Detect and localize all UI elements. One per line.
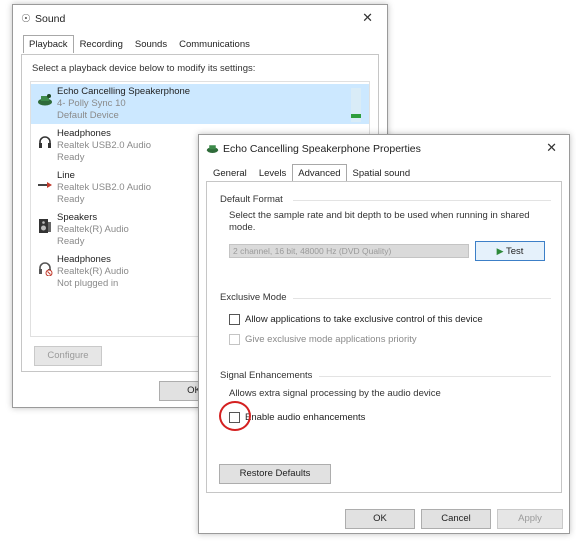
properties-apply-button[interactable]: Apply [497, 509, 563, 529]
device-status: Ready [57, 152, 85, 163]
sound-tabs: Playback Recording Sounds Communications [23, 35, 256, 53]
enable-enhancements-label: Enable audio enhancements [245, 412, 366, 423]
tab-communications[interactable]: Communications [173, 35, 256, 53]
volume-meter [351, 88, 361, 122]
exclusive-priority-label: Give exclusive mode applications priorit… [245, 334, 417, 345]
exclusive-mode-divider [293, 298, 551, 299]
signal-enhancements-divider [319, 376, 551, 377]
line-out-icon [38, 182, 52, 188]
device-name: Echo Cancelling Speakerphone [57, 86, 191, 97]
device-name: Line [57, 170, 75, 181]
allow-exclusive-checkbox[interactable] [229, 314, 240, 325]
playback-instruction: Select a playback device below to modify… [32, 63, 256, 74]
test-button-label: Test [505, 246, 524, 257]
exclusive-mode-title: Exclusive Mode [220, 292, 287, 303]
device-status: Ready [57, 236, 85, 247]
sound-titlebar: ☉ Sound ✕ [13, 5, 387, 33]
tab-general[interactable]: General [207, 164, 253, 182]
device-detail: Realtek(R) Audio [57, 224, 129, 235]
allow-exclusive-label: Allow applications to take exclusive con… [245, 314, 483, 325]
advanced-panel: Default Format Select the sample rate an… [206, 181, 562, 493]
default-format-value: 2 channel, 16 bit, 48000 Hz (DVD Quality… [233, 246, 392, 256]
tab-recording[interactable]: Recording [74, 35, 129, 53]
device-detail: Realtek(R) Audio [57, 266, 129, 277]
restore-defaults-button[interactable]: Restore Defaults [219, 464, 331, 484]
tab-sounds[interactable]: Sounds [129, 35, 173, 53]
tab-playback[interactable]: Playback [23, 35, 74, 53]
device-text-line: Line Realtek USB2.0 Audio Ready [57, 170, 151, 206]
speakers-icon [39, 219, 51, 233]
test-button[interactable]: ▶ Test [475, 241, 545, 261]
default-format-divider [293, 200, 551, 201]
device-detail: 4- Polly Sync 10 [57, 98, 126, 109]
device-name: Speakers [57, 212, 98, 223]
play-icon: ▶ [496, 246, 504, 256]
headphones-icon [39, 136, 51, 148]
properties-close-icon[interactable]: ✕ [546, 140, 557, 156]
sound-window-title: Sound [35, 13, 66, 25]
sound-app-icon: ☉ [21, 13, 31, 25]
device-text-speakerphone: Echo Cancelling Speakerphone 4- Polly Sy… [57, 86, 190, 122]
exclusive-priority-checkbox[interactable] [229, 334, 240, 345]
device-name: Headphones [57, 254, 111, 265]
default-format-select[interactable]: 2 channel, 16 bit, 48000 Hz (DVD Quality… [229, 244, 469, 258]
sound-close-icon[interactable]: ✕ [362, 10, 373, 26]
tab-levels[interactable]: Levels [253, 164, 292, 182]
tab-advanced[interactable]: Advanced [292, 164, 347, 182]
signal-enhancements-title: Signal Enhancements [220, 370, 313, 381]
volume-meter-level [351, 114, 361, 118]
default-format-title: Default Format [220, 194, 283, 205]
default-format-description: Select the sample rate and bit depth to … [229, 210, 530, 233]
properties-titlebar: Echo Cancelling Speakerphone Properties … [199, 135, 569, 163]
properties-cancel-button[interactable]: Cancel [421, 509, 491, 529]
properties-window-title: Echo Cancelling Speakerphone Properties [223, 143, 421, 155]
device-detail: Realtek USB2.0 Audio [57, 182, 152, 193]
highlight-circle [219, 401, 251, 431]
properties-tabs: General Levels Advanced Spatial sound [207, 164, 416, 182]
device-name: Headphones [57, 128, 111, 139]
configure-button[interactable]: Configure [34, 346, 102, 366]
device-text-headphones-realtek: Headphones Realtek(R) Audio Not plugged … [57, 254, 129, 290]
device-status: Ready [57, 194, 85, 205]
device-status: Default Device [57, 110, 119, 121]
device-text-speakers: Speakers Realtek(R) Audio Ready [57, 212, 129, 248]
device-status: Not plugged in [57, 278, 119, 289]
properties-ok-button[interactable]: OK [345, 509, 415, 529]
tab-spatial-sound[interactable]: Spatial sound [347, 164, 417, 182]
device-detail: Realtek USB2.0 Audio [57, 140, 152, 151]
headphones-unplugged-icon [39, 262, 53, 276]
properties-window: Echo Cancelling Speakerphone Properties … [198, 134, 570, 534]
device-item-speakerphone[interactable]: Echo Cancelling Speakerphone 4- Polly Sy… [31, 84, 369, 124]
signal-enhancements-description: Allows extra signal processing by the au… [229, 388, 441, 399]
device-text-headphones-usb: Headphones Realtek USB2.0 Audio Ready [57, 128, 151, 164]
speakerphone-title-icon [206, 145, 219, 153]
speakerphone-icon [38, 94, 52, 106]
